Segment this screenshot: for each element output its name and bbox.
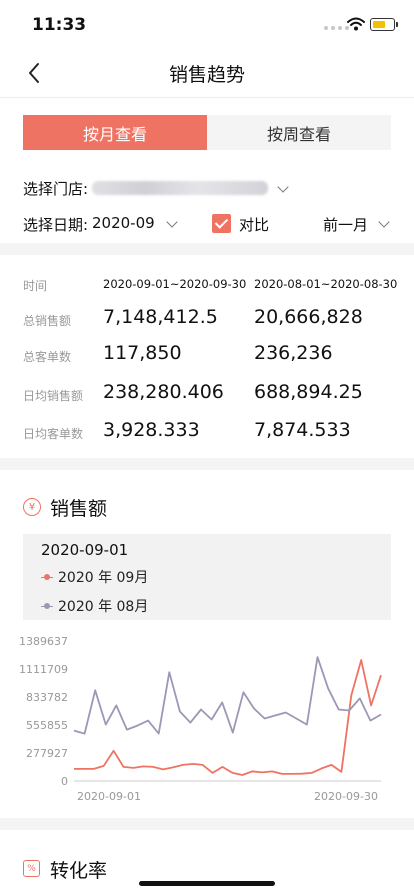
- conversion-icon: %: [23, 860, 40, 877]
- stat-previous-value: 20,666,828: [254, 306, 363, 328]
- stat-label: 总销售额: [23, 314, 72, 328]
- stat-previous-value: 688,894.25: [254, 381, 363, 403]
- yen-circle-icon: ¥: [23, 498, 41, 516]
- range-current: 2020-09-01~2020-09-30: [103, 277, 247, 291]
- range-previous: 2020-08-01~2020-08-30: [254, 277, 398, 291]
- page-title: 销售趋势: [168, 64, 245, 86]
- stat-label: 总客单数: [23, 350, 72, 364]
- date-label: 选择日期:: [23, 216, 89, 234]
- chevron-down-icon[interactable]: [166, 216, 178, 228]
- tab-weekly[interactable]: 按周查看: [207, 115, 391, 150]
- tab-monthly[interactable]: 按月查看: [23, 115, 207, 150]
- sales-line-chart[interactable]: 0 277927 555855 833782 1111709 1389637 2020-0…: [0, 628, 414, 808]
- stat-label: 日均销售额: [23, 389, 84, 403]
- stat-current-value: 117,850: [103, 342, 182, 364]
- store-label: 选择门店:: [23, 180, 89, 198]
- stat-header-label: 时间: [23, 279, 48, 293]
- home-indicator: [139, 881, 275, 886]
- stat-previous-value: 7,874.533: [254, 419, 351, 441]
- y-tick-label: 0: [61, 775, 68, 788]
- y-tick-label: 833782: [26, 691, 68, 704]
- chevron-down-icon[interactable]: [277, 181, 289, 193]
- compare-checkbox[interactable]: [212, 214, 231, 233]
- chart-tooltip: 2020-09-01 2020 年 09月 2020 年 08月: [23, 534, 391, 620]
- y-tick-label: 1111709: [19, 663, 68, 676]
- legend-dot-icon: [41, 602, 53, 610]
- legend-item-previous[interactable]: 2020 年 08月: [41, 596, 148, 616]
- y-tick-label: 555855: [26, 719, 68, 732]
- section-divider: [0, 243, 414, 255]
- conversion-section-title: 转化率: [50, 860, 108, 882]
- x-tick-label: 2020-09-30: [314, 790, 378, 803]
- legend-dot-icon: [41, 573, 53, 581]
- date-select[interactable]: 2020-09: [92, 214, 155, 232]
- legend-item-current[interactable]: 2020 年 09月: [41, 567, 148, 587]
- period-select[interactable]: 前一月: [323, 214, 368, 235]
- section-divider: [0, 818, 414, 830]
- status-bar: 11:33: [0, 0, 414, 48]
- legend-label: 2020 年 09月: [58, 570, 149, 586]
- status-time: 11:33: [32, 15, 87, 35]
- battery-icon: [370, 18, 398, 31]
- sales-section-title: 销售额: [50, 498, 108, 520]
- y-tick-label: 1389637: [19, 635, 68, 648]
- section-divider: [0, 458, 414, 470]
- series-line-previous: [73, 656, 382, 735]
- tooltip-date: 2020-09-01: [41, 541, 129, 559]
- chevron-down-icon[interactable]: [378, 216, 390, 228]
- nav-bar: 销售趋势: [0, 48, 414, 98]
- compare-label: 对比: [239, 216, 270, 234]
- stat-previous-value: 236,236: [254, 342, 333, 364]
- wifi-icon: [347, 17, 365, 31]
- y-tick-label: 277927: [26, 747, 68, 760]
- stat-current-value: 238,280.406: [103, 381, 224, 403]
- cellular-signal-icon: [324, 26, 349, 30]
- stat-current-value: 7,148,412.5: [103, 306, 218, 328]
- stat-current-value: 3,928.333: [103, 419, 200, 441]
- view-mode-tabs: 按月查看 按周查看: [23, 115, 391, 150]
- store-select-blurred[interactable]: [92, 181, 268, 195]
- stat-label: 日均客单数: [23, 427, 84, 441]
- legend-label: 2020 年 08月: [58, 599, 149, 615]
- x-tick-label: 2020-09-01: [77, 790, 141, 803]
